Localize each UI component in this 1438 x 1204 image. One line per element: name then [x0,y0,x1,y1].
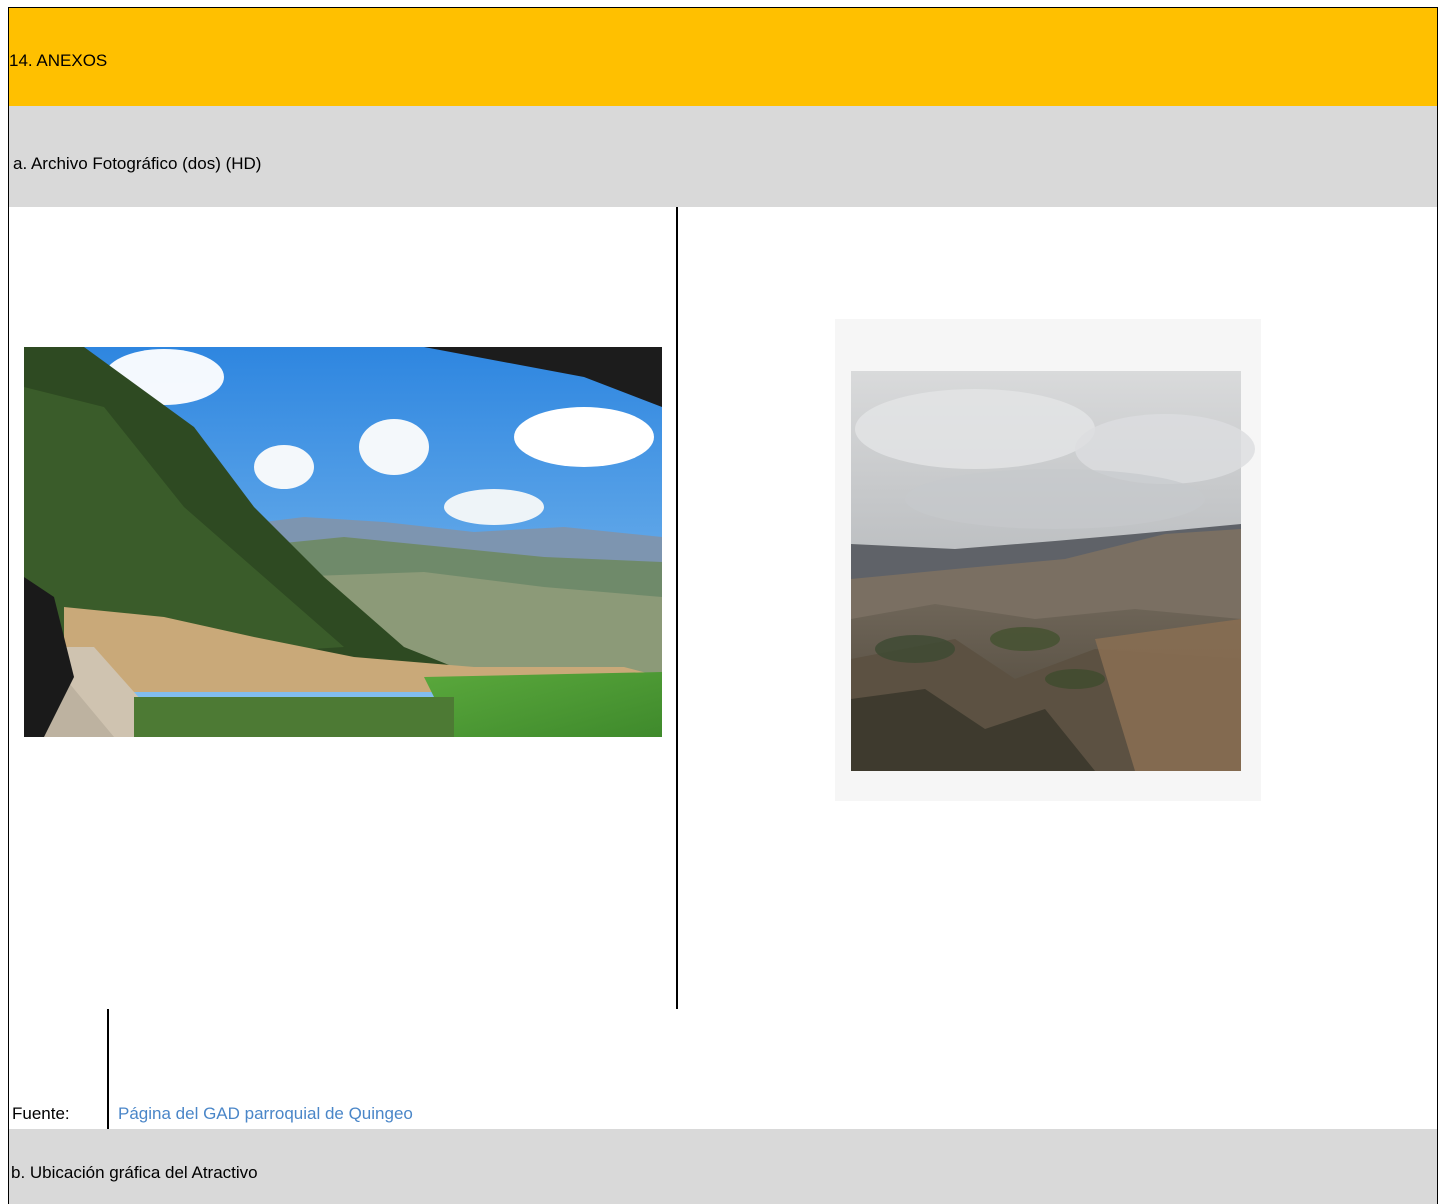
section-title: 14. ANEXOS [9,51,108,70]
section-header: 14. ANEXOS [8,7,1438,107]
subsection-title-b: b. Ubicación gráfica del Atractivo [11,1163,258,1182]
subsection-header-a: a. Archivo Fotográfico (dos) (HD) [8,106,1438,208]
source-link[interactable]: Página del GAD parroquial de Quingeo [118,1104,413,1124]
source-label: Fuente: [12,1104,70,1123]
photo-archive [8,207,1438,1010]
subsection-header-b: b. Ubicación gráfica del Atractivo [8,1129,1438,1204]
subsection-title-a: a. Archivo Fotográfico (dos) (HD) [13,154,262,173]
photo-left [24,347,662,737]
column-divider [676,207,678,1009]
cloudy-highlands-image [835,319,1261,801]
photo-right [835,319,1261,801]
mountain-valley-road-image [24,347,662,737]
source-row: Fuente: Página del GAD parroquial de Qui… [8,1009,1438,1130]
source-divider [107,1009,109,1129]
